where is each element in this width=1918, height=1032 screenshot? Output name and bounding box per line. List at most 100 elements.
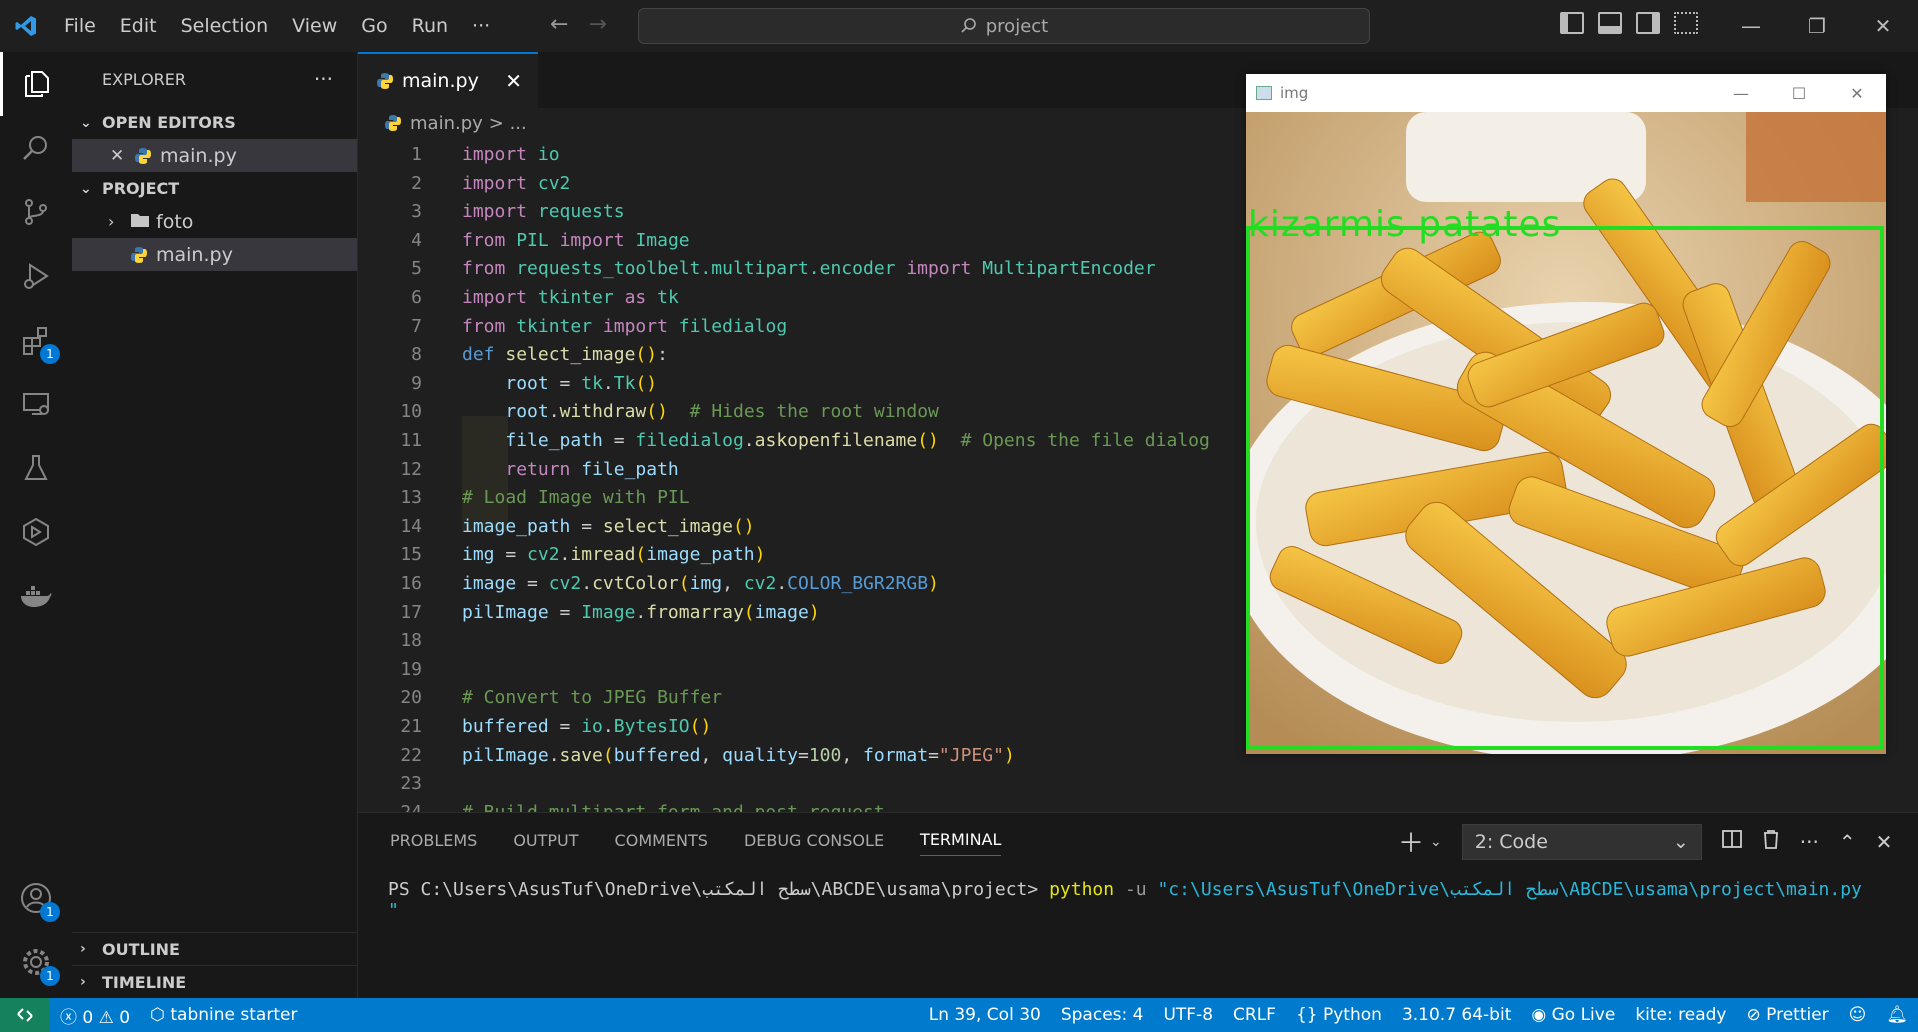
docker-icon[interactable] [0, 564, 72, 628]
folder-name: foto [156, 210, 194, 233]
gitlens-icon[interactable] [0, 500, 72, 564]
outline-section[interactable]: › OUTLINE [72, 932, 357, 965]
menu-view[interactable]: View [280, 0, 349, 52]
notifications-bell-icon[interactable]: 🔔︎ [1876, 1005, 1918, 1025]
menu-go[interactable]: Go [349, 0, 399, 52]
split-terminal-icon[interactable] [1721, 829, 1742, 854]
explorer-sidebar: EXPLORER ··· ⌄ OPEN EDITORS ✕ main.py ⌄ … [72, 52, 358, 998]
project-section[interactable]: ⌄ PROJECT [72, 172, 357, 205]
toggle-panel-icon[interactable] [1598, 12, 1622, 34]
more-actions-icon[interactable]: ··· [1800, 830, 1819, 854]
error-count: 0 [82, 1007, 94, 1028]
go-live[interactable]: ◉ Go Live [1521, 1005, 1625, 1025]
toggle-sidebar-icon[interactable] [1560, 12, 1584, 34]
remote-explorer-icon[interactable] [0, 372, 72, 436]
code-line: pilImage = Image.fromarray(image) [462, 601, 820, 623]
image-close-button[interactable]: ✕ [1828, 74, 1886, 112]
breadcrumb-file[interactable]: main.py [410, 113, 483, 134]
explorer-icon[interactable] [0, 52, 72, 116]
code-line: image = cv2.cvtColor(img, cv2.COLOR_BGR2… [462, 573, 939, 594]
line-number: 13 [400, 487, 422, 509]
menu-edit[interactable]: Edit [108, 0, 169, 52]
encoding[interactable]: UTF-8 [1153, 1005, 1223, 1025]
terminal-output[interactable]: PS C:\Users\AsusTuf\OneDrive\سطح المكتب\… [358, 867, 1918, 921]
menu-run[interactable]: Run [400, 0, 460, 52]
accounts-icon[interactable]: 1 [0, 866, 72, 930]
terminal-select[interactable]: 2: Code ⌄ [1461, 823, 1702, 860]
python-interpreter[interactable]: 3.10.7 64-bit [1392, 1005, 1521, 1025]
file-main-py[interactable]: main.py [72, 238, 357, 271]
braces-icon: {} [1295, 1005, 1318, 1025]
activity-bar: 1 1 1 [0, 52, 72, 998]
chevron-down-icon[interactable]: ⌄ [1430, 834, 1442, 850]
timeline-section[interactable]: › TIMELINE [72, 965, 357, 998]
timeline-label: TIMELINE [102, 972, 187, 992]
explorer-more-button[interactable]: ··· [314, 67, 333, 91]
tab-problems[interactable]: PROBLEMS [390, 831, 477, 850]
image-window-title: img [1280, 84, 1309, 102]
close-panel-icon[interactable]: ✕ [1876, 830, 1893, 854]
command-center-search[interactable]: project [638, 8, 1370, 44]
menu-file[interactable]: File [52, 0, 108, 52]
problems-status[interactable]: ⓧ 0 ⚠ 0 [50, 1003, 140, 1028]
tab-output[interactable]: OUTPUT [513, 831, 578, 850]
restore-button[interactable]: ❐ [1784, 0, 1850, 52]
code-line: root.withdraw() # Hides the root window [505, 401, 939, 423]
search-view-icon[interactable] [0, 116, 72, 180]
image-window[interactable]: img — ☐ ✕ kizarmis patates [1246, 74, 1886, 754]
back-arrow-icon[interactable]: ← [550, 12, 568, 37]
extensions-icon[interactable]: 1 [0, 308, 72, 372]
line-number: 9 [411, 372, 422, 394]
kite-status[interactable]: kite: ready [1625, 1005, 1736, 1025]
python-file-icon [384, 114, 402, 132]
cursor-position[interactable]: Ln 39, Col 30 [919, 1005, 1051, 1025]
feedback-icon[interactable]: ☺ [1839, 1005, 1877, 1025]
line-number: 11 [400, 430, 422, 451]
minimize-button[interactable]: — [1718, 0, 1784, 52]
testing-flask-icon[interactable] [0, 436, 72, 500]
code-line: root = tk.Tk() [505, 372, 658, 394]
close-window-button[interactable]: ✕ [1850, 0, 1916, 52]
line-ending[interactable]: CRLF [1223, 1005, 1286, 1025]
indentation[interactable]: Spaces: 4 [1051, 1005, 1154, 1025]
breadcrumb-more[interactable]: > ... [489, 113, 527, 134]
vscode-logo-icon [0, 0, 52, 52]
detection-label: kizarmis patates [1248, 204, 1562, 245]
tabnine-icon: ⬡ [150, 1005, 165, 1025]
run-debug-icon[interactable] [0, 244, 72, 308]
menu-more[interactable]: ··· [460, 0, 502, 52]
customize-layout-icon[interactable] [1674, 12, 1698, 34]
tab-terminal[interactable]: TERMINAL [920, 830, 1002, 856]
menu-selection[interactable]: Selection [169, 0, 281, 52]
open-editor-item[interactable]: ✕ main.py [72, 139, 357, 172]
maximize-panel-icon[interactable]: ⌃ [1839, 830, 1856, 854]
tab-comments[interactable]: COMMENTS [615, 831, 708, 850]
project-label: PROJECT [102, 179, 180, 198]
image-minimize-button[interactable]: — [1712, 74, 1770, 112]
code-line: return file_path [505, 458, 679, 480]
tabnine-status[interactable]: ⬡ tabnine starter [140, 1005, 307, 1025]
forward-arrow-icon[interactable]: → [588, 12, 606, 37]
tab-main-py[interactable]: main.py ✕ [358, 52, 538, 108]
tab-debug-console[interactable]: DEBUG CONSOLE [744, 831, 884, 850]
folder-foto[interactable]: › foto [72, 205, 357, 238]
search-icon [961, 18, 976, 33]
prettier-status[interactable]: ⊘ Prettier [1736, 1005, 1838, 1025]
fries-photo: kizarmis patates [1246, 112, 1886, 754]
trash-icon[interactable] [1762, 829, 1780, 854]
source-control-icon[interactable] [0, 180, 72, 244]
remote-indicator-icon[interactable] [0, 998, 50, 1032]
line-number: 5 [411, 258, 422, 280]
toggle-secondary-sidebar-icon[interactable] [1636, 12, 1660, 34]
line-number: 19 [400, 658, 422, 680]
accounts-badge: 1 [40, 902, 60, 922]
terminal-command: python [1049, 879, 1115, 900]
new-terminal-plus-icon[interactable]: ＋ [1398, 823, 1424, 860]
language-mode[interactable]: {} Python [1286, 1005, 1392, 1025]
settings-gear-icon[interactable]: 1 [0, 930, 72, 994]
image-maximize-button[interactable]: ☐ [1770, 74, 1828, 112]
close-icon[interactable]: ✕ [110, 146, 134, 166]
tab-close-icon[interactable]: ✕ [505, 69, 522, 93]
line-number: 20 [400, 687, 422, 709]
open-editors-section[interactable]: ⌄ OPEN EDITORS [72, 106, 357, 139]
